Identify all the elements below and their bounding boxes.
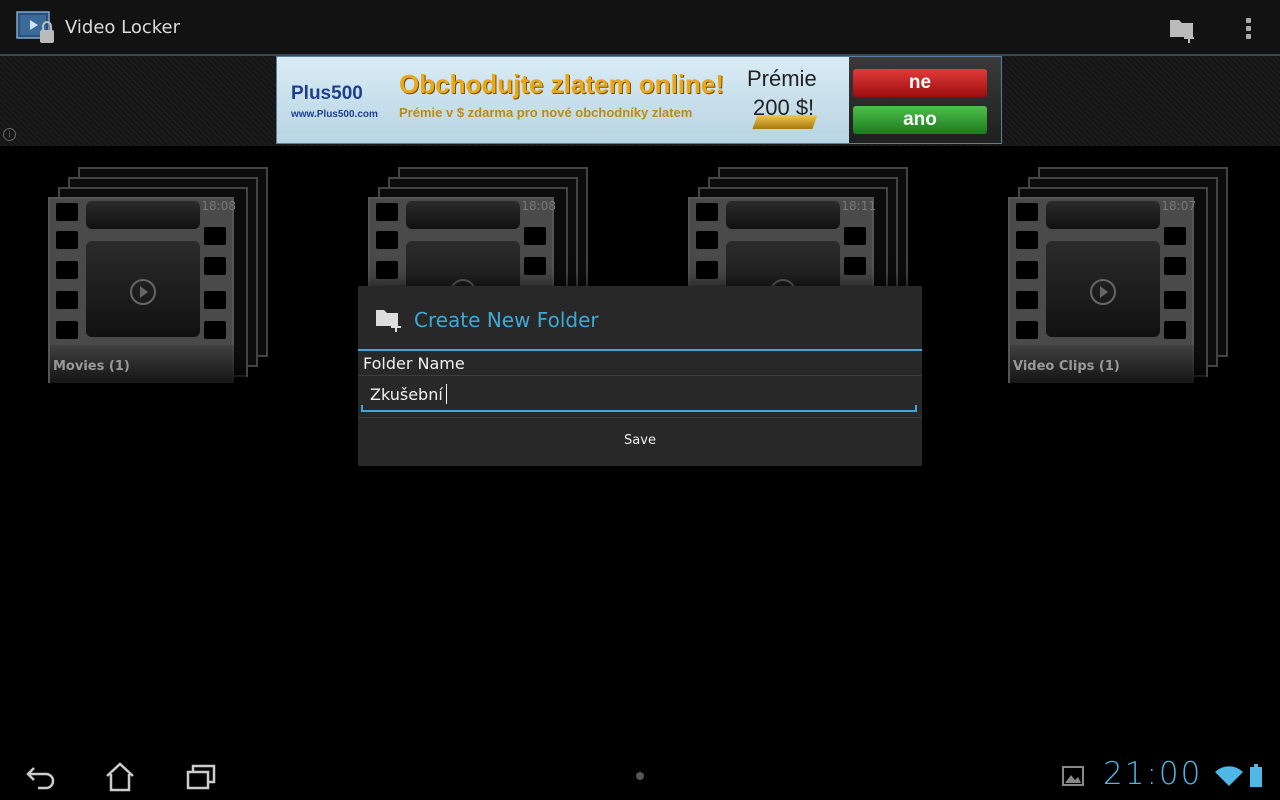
video-locker-app-icon — [16, 11, 54, 43]
status-clock: 21:00 — [1103, 756, 1203, 792]
overflow-menu-icon[interactable] — [1240, 16, 1256, 42]
folder-name-input[interactable]: Zkušební — [361, 380, 917, 412]
text-caret — [445, 384, 447, 404]
folder-time: 18:07 — [1161, 199, 1196, 213]
gallery-notification-icon[interactable] — [1062, 766, 1084, 786]
divider — [358, 375, 922, 376]
play-icon — [130, 279, 156, 305]
folder-name-value: Zkušební — [370, 385, 443, 404]
ad-yes-button[interactable]: ano — [853, 106, 987, 134]
folder-add-icon[interactable] — [1168, 16, 1198, 44]
folder-add-icon — [376, 310, 401, 332]
app-title: Video Locker — [65, 17, 181, 38]
folder-tile[interactable]: 18:08 Movies (1) — [48, 165, 270, 385]
ad-banner[interactable]: Plus500 www.Plus500.com Obchodujte zlate… — [276, 56, 1002, 144]
save-button[interactable]: Save — [358, 418, 922, 466]
play-icon — [1090, 279, 1116, 305]
ad-subline: Prémie v $ zdarma pro nové obchodníky zl… — [399, 105, 693, 120]
dialog-title: Create New Folder — [414, 308, 599, 332]
folder-time: 18:08 — [201, 199, 236, 213]
system-bar: 21:00 — [0, 752, 1280, 800]
ad-url: www.Plus500.com — [291, 109, 378, 120]
folder-label: Movies (1) — [50, 345, 246, 385]
ad-no-button[interactable]: ne — [853, 69, 987, 97]
folder-time: 18:08 — [521, 199, 556, 213]
folder-name-label: Folder Name — [363, 354, 465, 373]
dialog-title-divider — [358, 349, 922, 351]
wifi-icon — [1215, 766, 1243, 786]
recent-apps-icon[interactable] — [184, 760, 218, 794]
ad-premium-line1: Prémie — [747, 66, 817, 91]
create-folder-dialog: Create New Folder Folder Name Zkušební S… — [358, 286, 922, 466]
folder-time: 18:11 — [841, 199, 876, 213]
folder-tile[interactable]: 18:07 Video Clips (1) — [1008, 165, 1230, 385]
folder-label: Video Clips (1) — [1010, 345, 1206, 385]
ad-headline: Obchodujte zlatem online! — [399, 69, 725, 99]
page-indicator — [636, 772, 644, 780]
home-icon[interactable] — [103, 760, 137, 794]
gold-bar-image — [752, 115, 818, 129]
ad-info-icon[interactable]: i — [3, 128, 16, 141]
action-bar: Video Locker — [0, 0, 1280, 56]
ad-logo: Plus500 — [291, 83, 363, 104]
back-icon[interactable] — [24, 760, 58, 794]
battery-icon — [1250, 764, 1262, 787]
